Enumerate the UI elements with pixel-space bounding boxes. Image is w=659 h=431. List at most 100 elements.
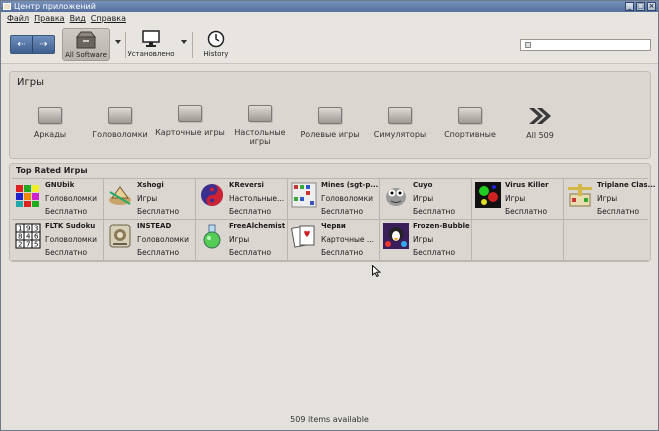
app-grid: GNUbik Головоломки Бесплатно Xshogi Игры…: [12, 178, 655, 261]
category-label: Ролевые игры: [300, 130, 360, 139]
app-price: Бесплатно: [413, 207, 456, 216]
category-arcade[interactable]: Аркады: [15, 107, 85, 139]
category-board-games[interactable]: Настольные игры: [225, 105, 295, 146]
category-label: All 509: [526, 131, 554, 140]
category-label: Симуляторы: [373, 130, 427, 139]
history-label: History: [203, 50, 229, 58]
search-input[interactable]: [520, 39, 651, 51]
app-name: GNUbik: [45, 181, 75, 189]
all-software-dropdown[interactable]: [115, 40, 121, 44]
reversi-icon: [201, 184, 223, 206]
category-label: Спортивные: [444, 130, 496, 139]
mines-icon: [291, 182, 317, 208]
section-title: Top Rated Игры: [16, 166, 88, 175]
status-bar: 509 items available: [290, 415, 369, 424]
category-icon: [38, 107, 62, 124]
category-label: Аркады: [33, 130, 67, 139]
app-name: Черви: [321, 222, 346, 230]
title-bar[interactable]: Центр приложений _ □ ×: [1, 1, 658, 12]
forward-button[interactable]: ⇢: [32, 36, 54, 53]
installed-label: Установлено: [127, 50, 175, 58]
app-tile[interactable]: Xshogi Игры Бесплатно: [104, 179, 196, 220]
category-label: Карточные игры: [155, 128, 225, 137]
app-name: INSTEAD: [137, 222, 172, 230]
app-tile[interactable]: FreeAlchemist Игры Бесплатно: [196, 220, 288, 261]
category-card-games[interactable]: Карточные игры: [155, 105, 225, 137]
app-category: Игры: [505, 194, 526, 203]
app-name: KReversi: [229, 181, 264, 189]
clock-icon: [207, 30, 225, 48]
flask-icon: [203, 224, 221, 249]
category-sports[interactable]: Спортивные: [435, 107, 505, 139]
app-name: Xshogi: [137, 181, 164, 189]
svg-text:2: 2: [18, 241, 22, 249]
svg-text:9: 9: [26, 225, 30, 233]
menu-file[interactable]: Файл: [7, 12, 34, 26]
menu-bar: Файл Правка Вид Справка: [1, 12, 658, 26]
top-rated-panel: Top Rated Игры GNUbik Головоломки Беспла…: [9, 163, 655, 262]
category-all[interactable]: All 509: [505, 107, 575, 140]
category-puzzles[interactable]: Головоломки: [85, 107, 155, 139]
app-tile[interactable]: Cuyo Игры Бесплатно: [380, 179, 472, 220]
app-category: Головоломки: [137, 235, 189, 244]
app-tile[interactable]: INSTEAD Головоломки Бесплатно: [104, 220, 196, 261]
app-tile[interactable]: Virus Killer Игры Бесплатно: [472, 179, 564, 220]
app-tile[interactable]: Черви Карточные ... Бесплатно: [288, 220, 380, 261]
app-price: Бесплатно: [321, 248, 364, 257]
toolbar-separator: [192, 32, 193, 58]
toolbar-separator: [125, 32, 126, 58]
app-tile[interactable]: Triplane Clas... Игры Бесплатно: [564, 179, 655, 220]
installed-button[interactable]: Установлено: [127, 28, 175, 61]
svg-text:8: 8: [18, 233, 22, 241]
app-category: Карточные ...: [321, 235, 375, 244]
search-icon: [525, 42, 531, 48]
empty-tile: [472, 220, 564, 261]
app-price: Бесплатно: [597, 207, 640, 216]
sudoku-icon: 193 846 275: [15, 223, 41, 249]
svg-text:5: 5: [34, 241, 38, 249]
app-tile[interactable]: GNUbik Головоломки Бесплатно: [12, 179, 104, 220]
menu-help[interactable]: Справка: [91, 12, 131, 26]
app-price: Бесплатно: [229, 248, 272, 257]
app-category: Игры: [137, 194, 158, 203]
maximize-button[interactable]: □: [636, 2, 645, 11]
app-tile[interactable]: Mines (sgt-p... Головоломки Бесплатно: [288, 179, 380, 220]
app-name: Cuyo: [413, 181, 433, 189]
installed-dropdown[interactable]: [181, 40, 187, 44]
menu-view[interactable]: Вид: [70, 12, 91, 26]
app-tile[interactable]: KReversi Настольные... Бесплатно: [196, 179, 288, 220]
app-name: FLTK Sudoku: [45, 222, 96, 230]
cuyo-icon: [386, 188, 406, 206]
svg-text:7: 7: [26, 241, 30, 249]
all-software-label: All Software: [65, 51, 107, 59]
app-tile[interactable]: 193 846 275 FLTK Sudoku Головоломки Бесп…: [12, 220, 104, 261]
app-price: Бесплатно: [45, 248, 88, 257]
category-simulation[interactable]: Симуляторы: [365, 107, 435, 139]
app-category: Игры: [229, 235, 250, 244]
category-role-playing[interactable]: Ролевые игры: [295, 107, 365, 139]
history-button[interactable]: History: [197, 28, 235, 61]
svg-text:4: 4: [26, 233, 31, 241]
app-window: Центр приложений _ □ × Файл Правка Вид С…: [0, 0, 659, 431]
menu-edit[interactable]: Правка: [34, 12, 69, 26]
triplane-icon: [568, 184, 592, 207]
section-title: Игры: [17, 77, 44, 88]
close-button[interactable]: ×: [647, 2, 656, 11]
cards-icon: [291, 225, 315, 248]
mouse-cursor-icon: [372, 265, 381, 277]
window-title: Центр приложений: [14, 2, 96, 11]
app-name: FreeAlchemist: [229, 222, 286, 230]
back-button[interactable]: ⇠: [11, 36, 32, 53]
app-price: Бесплатно: [137, 248, 180, 257]
all-software-icon: [76, 31, 96, 49]
app-tile[interactable]: Frozen-Bubble Игры Бесплатно: [380, 220, 472, 261]
app-price: Бесплатно: [321, 207, 364, 216]
category-icon: [458, 107, 482, 124]
svg-text:1: 1: [18, 225, 22, 233]
frozen-bubble-icon: [383, 223, 409, 249]
app-price: Бесплатно: [413, 248, 456, 257]
minimize-button[interactable]: _: [625, 2, 634, 11]
empty-tile: [564, 220, 648, 261]
all-software-button[interactable]: All Software: [62, 28, 110, 61]
cube-icon: [16, 185, 39, 207]
